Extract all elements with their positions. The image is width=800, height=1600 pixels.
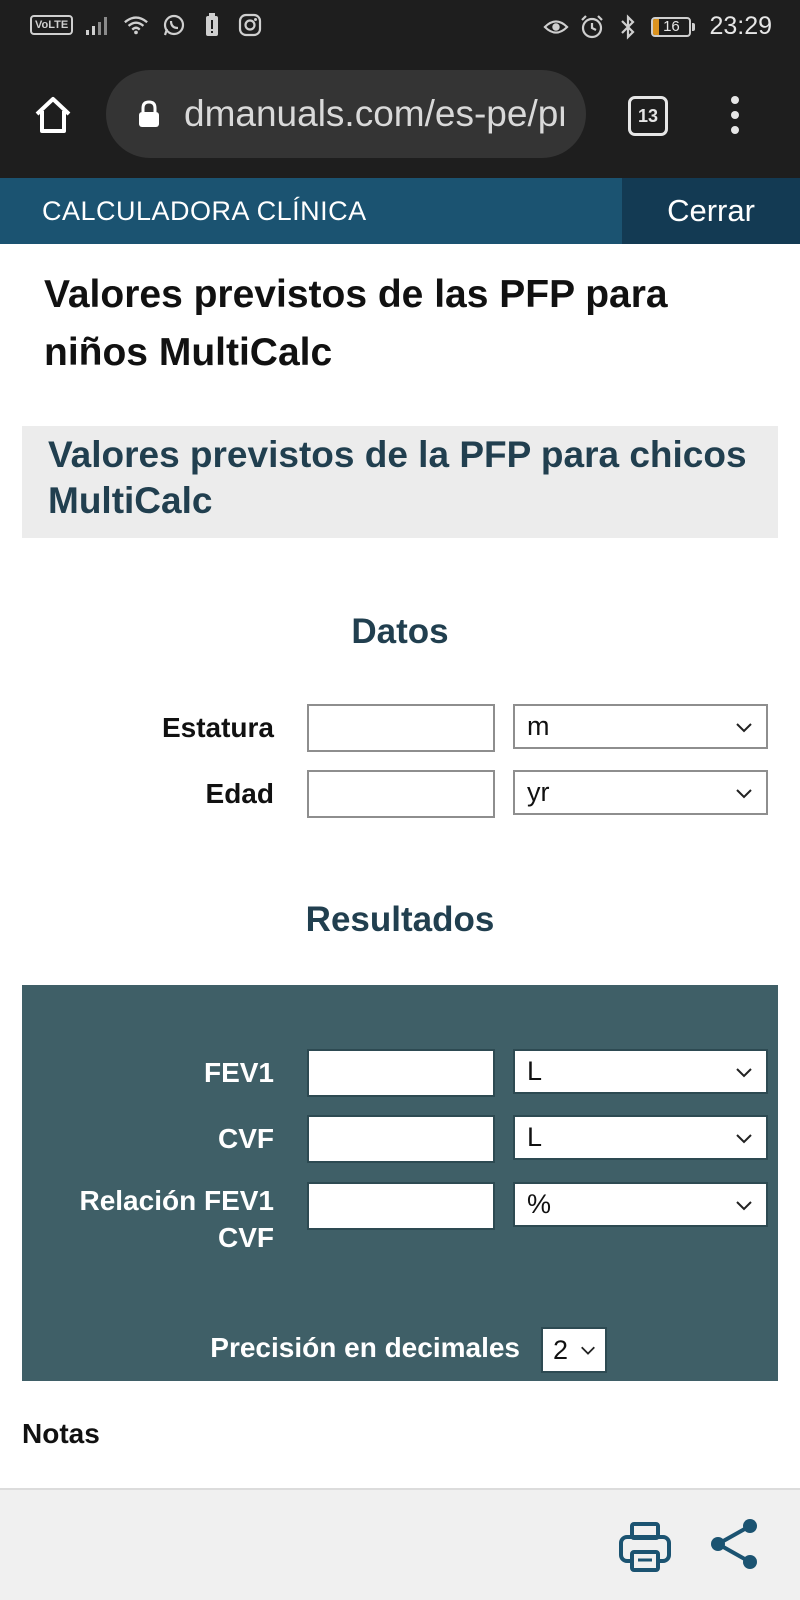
calculator-section-header: Valores previstos de la PFP para chicos …: [22, 426, 778, 538]
precision-select[interactable]: 2: [541, 1327, 607, 1373]
notes-heading[interactable]: Notas: [22, 1418, 100, 1450]
ratio-unit-value: %: [527, 1189, 552, 1219]
wifi-icon: [123, 12, 149, 38]
chevron-down-icon: [736, 789, 752, 799]
precision-value: 2: [553, 1334, 569, 1365]
alarm-icon: [579, 14, 605, 40]
bottom-action-bar: [0, 1488, 800, 1600]
whatsapp-icon: [161, 12, 187, 38]
signal-icon: [85, 12, 111, 38]
eye-icon: [543, 14, 570, 40]
home-icon[interactable]: [30, 92, 76, 138]
print-icon[interactable]: [618, 1520, 672, 1574]
estatura-label: Estatura: [161, 712, 274, 743]
chevron-down-icon: [581, 1346, 595, 1355]
chevron-down-icon: [736, 1201, 752, 1211]
edad-input[interactable]: [307, 770, 495, 818]
ratio-unit-select[interactable]: %: [513, 1182, 768, 1227]
estatura-unit-select[interactable]: m: [513, 704, 768, 749]
fev1-unit-value: L: [527, 1056, 543, 1086]
edad-unit-select[interactable]: yr: [513, 770, 768, 815]
overflow-menu-icon[interactable]: [720, 92, 750, 138]
close-button[interactable]: Cerrar: [622, 178, 800, 244]
cvf-unit-value: L: [527, 1122, 543, 1152]
battery-level: 16: [663, 17, 680, 35]
datos-heading: Datos: [351, 612, 449, 651]
precision-label: Precisión en decimales: [210, 1332, 520, 1363]
bluetooth-icon: [615, 13, 641, 40]
fev1-unit-select[interactable]: L: [513, 1049, 768, 1094]
header-title: CALCULADORA CLÍNICA: [42, 196, 367, 226]
address-bar[interactable]: dmanuals.com/es-pe/pro: [106, 70, 586, 158]
edad-unit-value: yr: [527, 777, 550, 807]
share-icon[interactable]: [706, 1516, 762, 1572]
status-bar: VoLTE 16 23:29: [0, 0, 800, 52]
status-time: 23:29: [709, 12, 772, 40]
battery-alert-icon: [199, 12, 225, 38]
url-text: dmanuals.com/es-pe/pro: [184, 93, 564, 134]
fev1-cvf-ratio-label: Relación FEV1 CVF: [79, 1185, 274, 1253]
estatura-input[interactable]: [307, 704, 495, 752]
edad-label: Edad: [205, 778, 274, 809]
browser-toolbar: dmanuals.com/es-pe/pro 13: [0, 52, 800, 178]
battery-icon: 16: [651, 16, 696, 37]
chevron-down-icon: [736, 723, 752, 733]
fev1-output[interactable]: [307, 1049, 495, 1097]
section-title: Valores previstos de la PFP para chicos …: [48, 434, 747, 521]
instagram-icon: [237, 12, 263, 38]
cvf-label: CVF: [218, 1123, 274, 1154]
volte-indicator: VoLTE: [30, 15, 74, 35]
cvf-output[interactable]: [307, 1115, 495, 1163]
chevron-down-icon: [736, 1068, 752, 1078]
lock-icon: [136, 99, 162, 129]
chevron-down-icon: [736, 1134, 752, 1144]
page-title: Valores previstos de las PFP para niños …: [44, 273, 668, 374]
tab-switcher-button[interactable]: 13: [628, 96, 668, 136]
estatura-unit-value: m: [527, 711, 550, 741]
fev1-label: FEV1: [203, 1057, 274, 1088]
calculator-header: CALCULADORA CLÍNICA Cerrar: [0, 178, 800, 244]
fev1-cvf-ratio-output[interactable]: [307, 1182, 495, 1230]
resultados-heading: Resultados: [305, 900, 495, 939]
cvf-unit-select[interactable]: L: [513, 1115, 768, 1160]
